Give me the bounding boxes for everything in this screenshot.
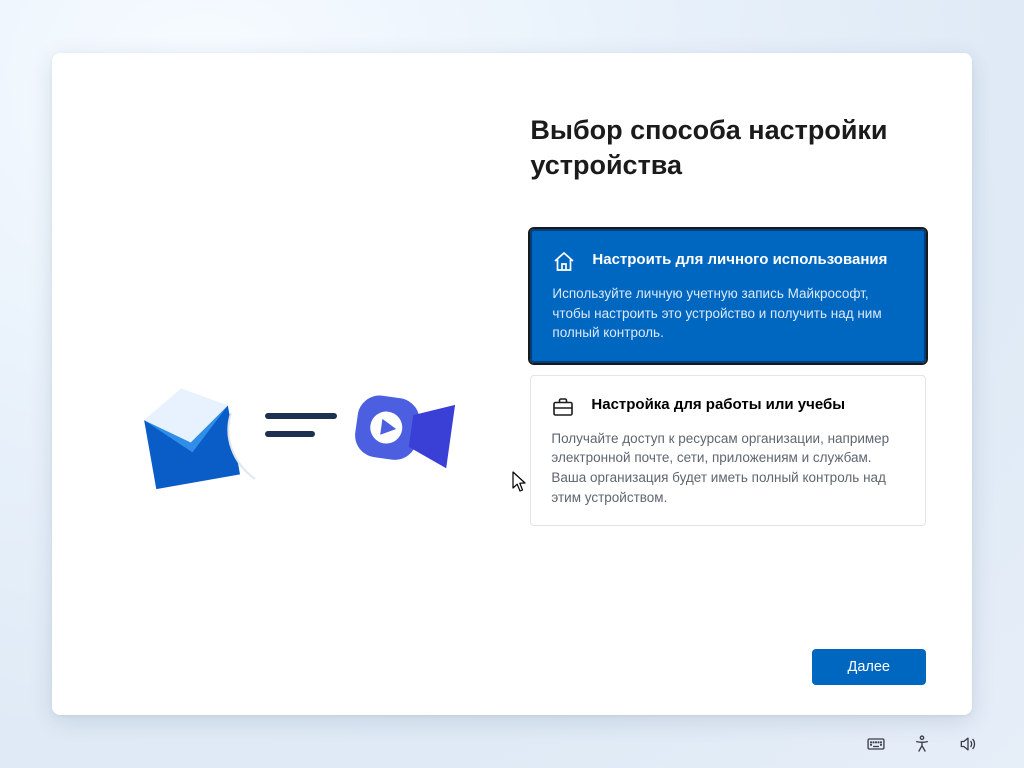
briefcase-icon	[551, 395, 575, 419]
illustration	[137, 353, 457, 533]
option-personal[interactable]: Настроить для личного использования Испо…	[530, 229, 926, 363]
volume-icon[interactable]	[958, 734, 978, 754]
system-tray	[866, 734, 978, 754]
home-icon	[552, 250, 576, 274]
keyboard-icon[interactable]	[866, 734, 886, 754]
next-button[interactable]: Далее	[812, 649, 926, 685]
option-work[interactable]: Настройка для работы или учебы Получайте…	[530, 375, 926, 526]
content-pane: Выбор способа настройки устройства Настр…	[484, 53, 972, 715]
option-personal-desc: Используйте личную учетную запись Майкро…	[552, 284, 904, 343]
option-work-title: Настройка для работы или учебы	[591, 394, 845, 416]
page-title: Выбор способа настройки устройства	[530, 113, 926, 183]
option-personal-title: Настроить для личного использования	[592, 249, 887, 271]
oobe-card: Выбор способа настройки устройства Настр…	[52, 53, 972, 715]
accessibility-icon[interactable]	[912, 734, 932, 754]
illustration-pane	[52, 53, 484, 715]
option-work-desc: Получайте доступ к ресурсам организации,…	[551, 429, 905, 507]
